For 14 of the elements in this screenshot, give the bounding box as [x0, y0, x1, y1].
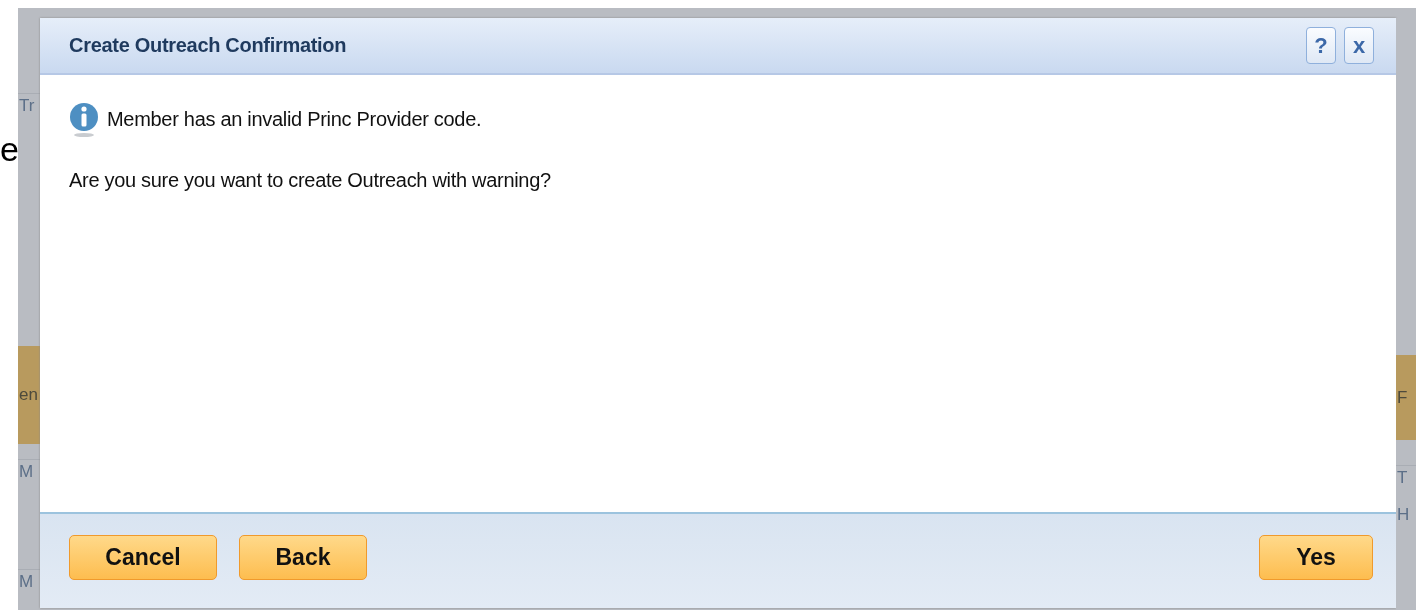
dialog-title: Create Outreach Confirmation — [69, 34, 348, 57]
background-table-text: T — [1396, 465, 1416, 490]
confirmation-question: Are you sure you want to create Outreach with warning? — [69, 169, 552, 192]
background-column-header: F — [1396, 355, 1416, 440]
info-message: Member has an invalid Princ Provider code. — [107, 107, 482, 131]
info-icon — [69, 101, 99, 137]
background-column-header: en — [18, 346, 40, 444]
dialog-button[interactable]: Yes — [1259, 534, 1373, 580]
dialog-button[interactable]: Cancel — [69, 534, 217, 580]
background-table-text: H — [1396, 504, 1411, 526]
page-text-fragment: e — [0, 129, 18, 170]
dialog-button[interactable]: Back — [239, 534, 367, 580]
close-button[interactable]: x — [1344, 27, 1374, 64]
help-button[interactable]: ? — [1306, 27, 1336, 64]
